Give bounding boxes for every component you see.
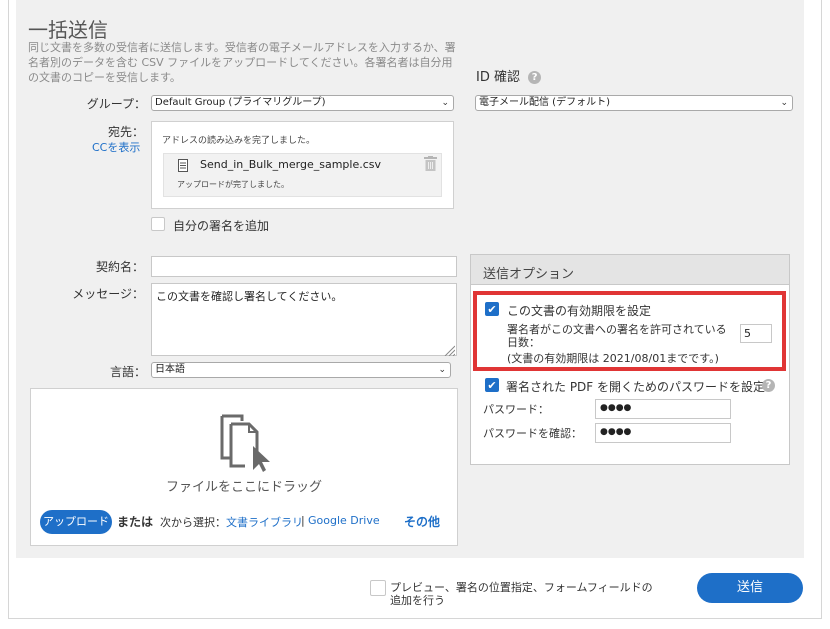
link-separator: | [301, 514, 305, 527]
help-icon[interactable]: ? [528, 71, 542, 84]
or-text: または [117, 515, 154, 529]
agreement-name-label: 契約名： [95, 260, 144, 274]
more-link[interactable]: その他 [404, 513, 440, 530]
show-cc-link[interactable]: CCを表示 [92, 139, 140, 155]
id-check-select[interactable]: 電子メール配信 (デフォルト) ⌄ [475, 95, 793, 111]
password-confirm-input[interactable]: ●●●● [595, 423, 731, 443]
language-select[interactable]: 日本語 ⌄ [151, 362, 451, 378]
password-confirm-label: パスワードを確認： [483, 427, 582, 440]
file-upload-status: アップロードが完了しました。 [177, 180, 289, 189]
id-check-label: ID 確認 ? [476, 66, 542, 85]
page-description: 同じ文書を多数の受信者に送信します。受信者の電子メールアドレスを入力するか、署名… [28, 41, 456, 84]
document-icon [178, 157, 188, 176]
chevron-down-icon: ⌄ [438, 365, 446, 375]
send-options-title: 送信オプション [483, 267, 575, 282]
recipient-label: 宛先： [107, 125, 144, 139]
add-own-signature-label: 自分の署名を追加 [173, 219, 270, 233]
expiry-days-label: 署名者がこの文書への署名を許可されている日数： [507, 323, 727, 349]
google-drive-link[interactable]: Google Drive [308, 514, 380, 527]
password-label: パスワード： [483, 403, 549, 416]
id-check-label-text: ID 確認 [476, 70, 520, 85]
expiry-date-note: (文書の有効期限は 2021/08/01までです。) [507, 352, 719, 365]
id-check-select-value: 電子メール配信 (デフォルト) [479, 97, 610, 108]
page-title: 一括送信 [28, 18, 108, 42]
select-from-text: 次から選択： [160, 516, 226, 529]
password-checkbox[interactable]: ✔ [485, 378, 499, 392]
message-label: メッセージ： [72, 287, 144, 301]
preview-label: プレビュー、署名の位置指定、フォームフィールドの 追加を行う [390, 581, 653, 607]
password-input[interactable]: ●●●● [595, 399, 731, 419]
drag-here-text: ファイルをここにドラッグ [165, 480, 322, 495]
upload-button[interactable]: アップロード [40, 510, 112, 534]
group-select[interactable]: Default Group (プライマリグループ) ⌄ [151, 95, 454, 111]
agreement-name-input[interactable] [151, 256, 457, 277]
files-drag-icon [219, 412, 275, 478]
send-button[interactable]: 送信 [697, 573, 803, 603]
expiry-days-input[interactable]: 5 [740, 324, 772, 343]
resize-handle-icon[interactable] [443, 341, 456, 360]
document-library-link[interactable]: 文書ライブラリ [226, 514, 303, 530]
trash-icon[interactable] [424, 156, 437, 175]
language-label: 言語： [109, 365, 146, 379]
help-icon[interactable]: ? [762, 379, 775, 392]
group-select-value: Default Group (プライマリグループ) [155, 97, 326, 108]
uploaded-file-name: Send_in_Bulk_merge_sample.csv [200, 158, 382, 171]
add-own-signature-checkbox[interactable] [151, 217, 165, 231]
password-check-label: 署名された PDF を開くためのパスワードを設定 [506, 380, 766, 394]
expiry-checkbox[interactable]: ✔ [485, 302, 499, 316]
preview-checkbox[interactable] [370, 580, 386, 596]
chevron-down-icon: ⌄ [441, 98, 449, 108]
load-status-text: アドレスの読み込みを完了しました。 [162, 136, 316, 146]
language-select-value: 日本語 [155, 364, 185, 375]
preview-label-line1: プレビュー、署名の位置指定、フォームフィールドの [390, 581, 653, 594]
preview-label-line2: 追加を行う [390, 594, 445, 607]
expiry-check-label: この文書の有効期限を設定 [507, 304, 652, 318]
message-textarea[interactable]: この文書を確認し署名してください。 [151, 283, 457, 356]
group-label: グループ： [86, 97, 146, 111]
chevron-down-icon: ⌄ [780, 98, 788, 108]
